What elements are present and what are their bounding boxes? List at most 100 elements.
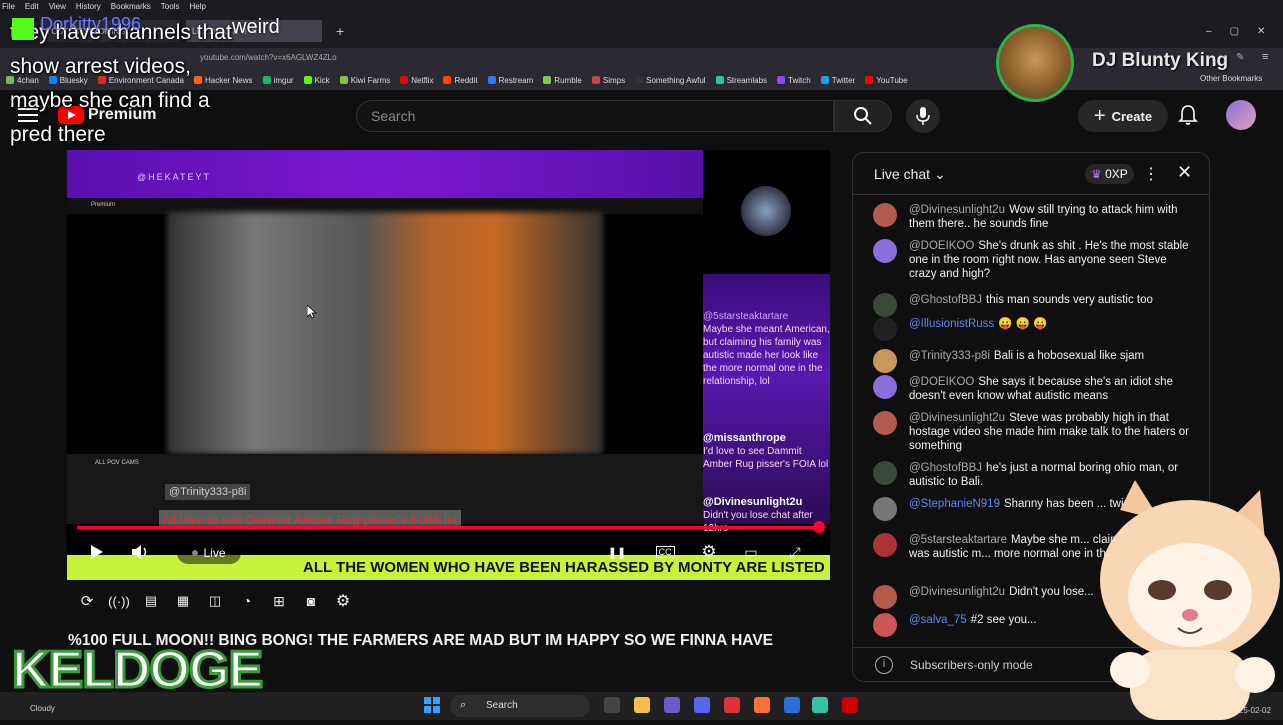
pause-button[interactable]: ❚❚ — [605, 540, 629, 564]
minimize-icon[interactable]: – — [1206, 26, 1212, 37]
chat-message[interactable]: @IllusionistRuss 😛 😛 😛 — [873, 317, 1193, 341]
firefox-icon[interactable] — [754, 697, 770, 713]
task-view-icon[interactable] — [604, 697, 620, 713]
chat-username[interactable]: @GhostofBBJ — [909, 462, 982, 474]
chat-username[interactable]: @Divinesunlight2u — [909, 586, 1005, 598]
menu-bookmarks[interactable]: Bookmarks — [111, 2, 151, 11]
live-chat-mode-dropdown[interactable]: Live chat ⌄ — [874, 166, 946, 183]
film-button[interactable]: ▦ — [172, 590, 194, 612]
obs-icon[interactable] — [724, 697, 740, 713]
volume-button[interactable] — [129, 540, 153, 564]
chat-avatar[interactable] — [873, 239, 897, 263]
file-explorer-icon[interactable] — [634, 697, 650, 713]
menu-tools[interactable]: Tools — [161, 2, 180, 11]
fullscreen-button[interactable]: ⤢ — [783, 540, 807, 564]
close-window-icon[interactable]: ✕ — [1257, 26, 1265, 37]
progress-bar[interactable] — [77, 526, 820, 529]
chat-message[interactable]: @Trinity333-p8i Bali is a hobosexual like… — [873, 349, 1193, 373]
discord-icon[interactable] — [694, 697, 710, 713]
weather-widget[interactable]: Cloudy — [30, 704, 55, 713]
chat-avatar[interactable] — [873, 533, 897, 557]
bookmark-item[interactable]: Something Awful — [635, 76, 706, 85]
progress-scrubber[interactable] — [813, 521, 825, 533]
chat-more-button[interactable]: ⋮ — [1143, 164, 1159, 184]
voice-search-button[interactable] — [906, 99, 940, 133]
search-input[interactable]: Search — [356, 100, 834, 132]
chat-username[interactable]: @StephanieN919 — [909, 498, 1000, 510]
windows-start-icon[interactable] — [424, 697, 440, 713]
xp-badge[interactable]: ♛ 0XP — [1085, 164, 1134, 184]
pip-button[interactable]: ◫ — [204, 590, 226, 612]
create-button[interactable]: + Create — [1078, 100, 1168, 132]
streamlabs-icon[interactable] — [812, 697, 828, 713]
video-player[interactable]: @HEKATEYT Premium @5starsteaktartare May… — [67, 150, 830, 580]
quality-button[interactable]: ▤ — [140, 590, 162, 612]
chat-username[interactable]: @DOEIKOO — [909, 376, 974, 388]
chat-avatar[interactable] — [873, 411, 897, 435]
notifications-button[interactable] — [1178, 104, 1198, 131]
bookmark-item[interactable]: YouTube — [865, 76, 908, 85]
account-avatar[interactable] — [1226, 100, 1256, 130]
captions-button[interactable]: CC — [653, 540, 677, 564]
settings-button[interactable]: ⚙ — [697, 540, 721, 564]
chat-message[interactable]: @Divinesunlight2u Wow still trying to att… — [873, 203, 1193, 231]
inner-chat-user: @5starsteaktartare — [703, 311, 789, 322]
chat-username[interactable]: @DOEIKOO — [909, 240, 974, 252]
chat-avatar[interactable] — [873, 497, 897, 521]
chat-message[interactable]: @GhostofBBJ this man sounds very autistic… — [873, 293, 1193, 317]
other-bookmarks[interactable]: Other Bookmarks — [1200, 74, 1262, 83]
loop-button[interactable]: ⟳ — [76, 590, 98, 612]
chat-username[interactable]: @Divinesunlight2u — [909, 412, 1005, 424]
copilot-icon[interactable] — [664, 697, 680, 713]
extensions-icon[interactable]: ✎ — [1236, 52, 1244, 63]
chat-username[interactable]: @salva_75 — [909, 614, 967, 626]
chat-close-button[interactable]: ✕ — [1177, 162, 1192, 183]
chat-avatar[interactable] — [873, 349, 897, 373]
chat-avatar[interactable] — [873, 375, 897, 399]
menu-view[interactable]: View — [49, 2, 66, 11]
search-button[interactable] — [834, 100, 892, 132]
bookmark-item[interactable]: Reddit — [443, 76, 478, 85]
chat-message[interactable]: @DOEIKOO She's drunk as shit . He's the m… — [873, 239, 1193, 281]
speed-button[interactable]: ◔ — [236, 590, 258, 612]
chat-avatar[interactable] — [873, 317, 897, 341]
chat-avatar[interactable] — [873, 203, 897, 227]
bookmark-item[interactable]: Twitter — [820, 76, 855, 85]
chat-username[interactable]: @IllusionistRuss — [909, 318, 994, 330]
bookmark-item[interactable]: Kiwi Farms — [339, 76, 390, 85]
new-tab-button[interactable]: + — [330, 20, 350, 42]
chat-username[interactable]: @Divinesunlight2u — [909, 204, 1005, 216]
chat-username[interactable]: @5starsteaktartare — [909, 534, 1007, 546]
bookmark-item[interactable]: Netflix — [400, 76, 433, 85]
taskbar-search[interactable]: ⌕ Search — [450, 695, 590, 717]
play-button[interactable] — [85, 540, 109, 564]
chat-avatar[interactable] — [873, 613, 897, 637]
chat-username[interactable]: @GhostofBBJ — [909, 294, 982, 306]
chat-username[interactable]: @Trinity333-p8i — [909, 350, 990, 362]
audio-boost-button[interactable]: ((·)) — [108, 590, 130, 612]
chat-avatar[interactable] — [873, 461, 897, 485]
chat-message[interactable]: @DOEIKOO She says it because she's an idi… — [873, 375, 1193, 403]
bookmark-item[interactable]: Restream — [487, 76, 533, 85]
bookmark-item[interactable]: Rumble — [543, 76, 582, 85]
bookmark-item[interactable]: Simps — [591, 76, 625, 85]
vtuber-cat-avatar — [1090, 480, 1283, 720]
maximize-icon[interactable]: ▢ — [1230, 26, 1239, 37]
chat-avatar[interactable] — [873, 585, 897, 609]
youtube-app-icon[interactable] — [842, 697, 858, 713]
chat-avatar[interactable] — [873, 293, 897, 317]
add-button[interactable]: ⊞ — [268, 590, 290, 612]
live-badge[interactable]: Live — [177, 542, 241, 564]
bookmark-item[interactable]: Streamlabs — [715, 76, 767, 85]
menu-edit[interactable]: Edit — [25, 2, 39, 11]
menu-help[interactable]: Help — [189, 2, 205, 11]
extension-settings-button[interactable]: ⚙ — [332, 590, 354, 612]
theater-button[interactable]: ▭ — [739, 540, 763, 564]
chat-message[interactable]: @Divinesunlight2u Steve was probably high… — [873, 411, 1193, 453]
menu-file[interactable]: File — [2, 2, 15, 11]
bookmark-item[interactable]: Twitch — [777, 76, 811, 85]
menu-history[interactable]: History — [76, 2, 101, 11]
app-window-icon[interactable] — [784, 697, 800, 713]
screenshot-button[interactable]: ◙ — [300, 590, 322, 612]
app-menu-icon[interactable]: ≡ — [1262, 51, 1268, 63]
